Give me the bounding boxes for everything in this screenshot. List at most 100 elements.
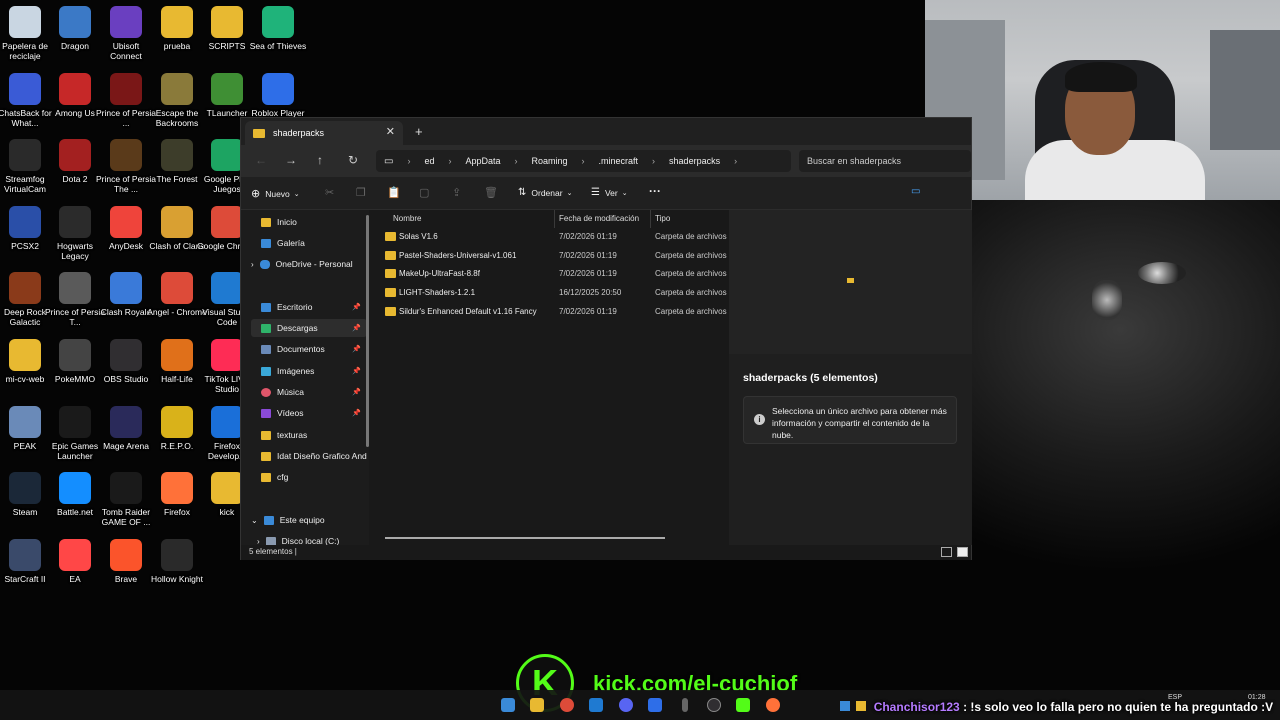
file-date: 16/12/2025 20:50 [559,288,622,298]
back-arrow-icon[interactable]: ← [255,153,267,167]
tab-shaderpacks[interactable]: shaderpacks ✕ [245,121,403,145]
nav-item-gallery[interactable]: Galería [251,234,367,252]
app-icon [59,272,91,305]
close-tab-icon[interactable]: ✕ [386,125,395,138]
view-button[interactable]: ☰ Ver ⌄ [591,187,628,198]
nav-item-images[interactable]: Imágenes 📌 [251,362,367,380]
app-icon [9,205,41,238]
pin-icon[interactable]: 📌 [352,345,361,353]
app-icon [211,72,243,105]
nav-item-cfg[interactable]: cfg [251,468,367,486]
horizontal-scrollbar[interactable] [385,537,665,539]
pin-icon[interactable]: 📌 [352,303,361,311]
cursor-taskbar-icon[interactable] [682,698,688,712]
pin-icon[interactable]: 📌 [352,324,361,332]
roblox-taskbar-icon[interactable] [648,698,662,712]
chevron-right-icon[interactable]: › [734,156,737,166]
gallery-icon [261,238,271,248]
nav-item-idat[interactable]: Idat Diseño Grafico And [251,447,367,465]
nav-item-desktop[interactable]: Escritorio 📌 [251,298,367,316]
pin-icon[interactable]: 📌 [352,388,361,396]
desktop-icon[interactable]: Roblox Player [248,72,308,118]
music-icon [261,387,271,397]
file-date: 7/02/2026 01:19 [559,306,617,316]
folder-icon [385,288,396,298]
pin-icon[interactable]: 📌 [352,367,361,375]
tiles-view-icon[interactable] [957,547,968,557]
details-view-icon[interactable] [941,547,952,557]
file-explorer-taskbar-icon[interactable] [530,698,544,712]
pin-icon[interactable]: 📌 [352,409,361,417]
column-header-type[interactable]: Tipo [655,210,670,228]
file-date: 7/02/2026 01:19 [559,250,617,260]
table-row[interactable]: Pastel-Shaders-Universal-v1.061 7/02/2026… [381,247,727,265]
nav-label: Vídeos [277,408,304,418]
nav-item-music[interactable]: Música 📌 [251,383,367,401]
cloud-icon [259,259,270,269]
breadcrumb-shaderpacks[interactable]: shaderpacks [669,156,720,166]
refresh-icon[interactable]: ↻ [348,153,358,167]
rename-icon[interactable]: ▢ [419,186,429,199]
chevron-right-icon[interactable]: › [515,156,518,166]
copy-icon[interactable]: ❐ [356,186,366,199]
search-input[interactable]: Buscar en shaderpacks [799,150,971,172]
nav-item-downloads[interactable]: Descargas 📌 [251,319,367,337]
breadcrumb-roaming[interactable]: Roaming [532,156,568,166]
chat-username: Chanchisor123 [873,700,960,714]
app-icon [110,72,142,105]
breadcrumb-ed[interactable]: ed [424,156,434,166]
new-tab-button[interactable]: + [415,124,423,139]
chevron-right-icon[interactable]: › [407,156,410,166]
pc-icon[interactable]: ▭ [384,156,393,167]
table-row[interactable]: LIGHT-Shaders-1.2.1 16/12/2025 20:50 Carpe… [381,284,727,302]
nav-scrollbar[interactable] [366,215,369,447]
discord-taskbar-icon[interactable] [619,698,633,712]
paste-icon[interactable]: 📋 [387,186,401,199]
app-icon [262,72,294,105]
chevron-down-icon[interactable]: ⌄ [251,516,258,525]
folder-icon [847,278,854,283]
table-row[interactable]: Sildur's Enhanced Default v1.16 Fancy 7/0… [381,303,727,321]
details-pane-icon[interactable]: ▭ [911,186,920,197]
nav-item-texturas[interactable]: texturas [251,426,367,444]
nav-label: Documentos [277,344,325,354]
chevron-right-icon[interactable]: › [251,260,254,269]
cut-icon[interactable]: ✂ [325,186,334,199]
firefox-taskbar-icon[interactable] [766,698,780,712]
table-row[interactable]: Solas V1.6 7/02/2026 01:19 Carpeta de arch… [381,228,727,246]
nav-item-home[interactable]: Inicio [251,213,367,231]
app-icon [161,139,193,172]
column-header-date[interactable]: Fecha de modificación [559,210,639,228]
chevron-right-icon[interactable]: › [582,156,585,166]
breadcrumb[interactable]: ▭ › ed › AppData › Roaming › .minecraft … [376,150,791,172]
chevron-right-icon[interactable]: › [652,156,655,166]
nav-item-onedrive[interactable]: › OneDrive - Personal [241,255,357,273]
start-menu-icon[interactable] [501,698,515,712]
column-header-name[interactable]: Nombre [393,210,421,228]
share-icon[interactable]: ⇪ [452,186,461,199]
breadcrumb-appdata[interactable]: AppData [465,156,500,166]
table-row[interactable]: MakeUp-UltraFast-8.8f 7/02/2026 01:19 Carp… [381,265,727,283]
column-divider[interactable] [650,210,651,228]
chevron-right-icon[interactable]: › [448,156,451,166]
more-options-icon[interactable]: ··· [649,184,661,198]
vscode-taskbar-icon[interactable] [589,698,603,712]
details-preview [729,210,972,354]
nav-item-videos[interactable]: Vídeos 📌 [251,404,367,422]
kick-taskbar-icon[interactable] [736,698,750,712]
sort-button[interactable]: ⇅ Ordenar ⌄ [518,187,572,198]
new-button[interactable]: ⊕ Nuevo ⌄ [251,187,300,200]
chrome-taskbar-icon[interactable] [560,698,574,712]
breadcrumb-minecraft[interactable]: .minecraft [599,156,639,166]
chat-badge-icon [856,701,867,711]
nav-item-this-pc[interactable]: ⌄ Este equipo [241,511,357,529]
delete-icon[interactable]: 🗑 [484,186,498,199]
navigation-pane: Inicio Galería › OneDrive - Personal Esc… [241,210,369,546]
up-arrow-icon[interactable]: ↑ [317,153,323,167]
obs-taskbar-icon[interactable] [707,698,721,712]
nav-item-documents[interactable]: Documentos 📌 [251,340,367,358]
column-divider[interactable] [554,210,555,228]
desktop-icon[interactable]: Sea of Thieves [248,6,308,51]
desktop-icon[interactable]: Hollow Knight [147,538,207,584]
forward-arrow-icon[interactable]: → [285,153,297,167]
